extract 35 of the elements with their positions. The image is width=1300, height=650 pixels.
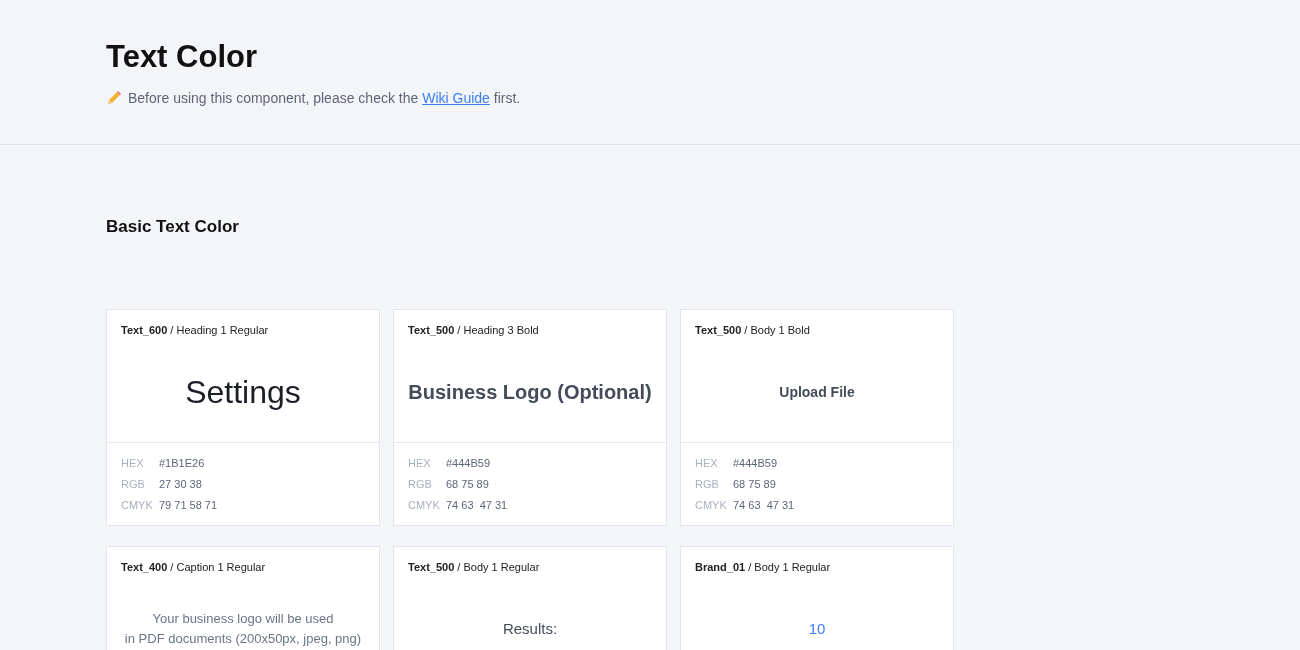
card-label: Text_500 / Heading 3 Bold (407, 323, 540, 338)
spec-value: #444B59 (733, 456, 779, 471)
spec-label: HEX (408, 456, 432, 471)
card-label: Brand_01 / Body 1 Regular (694, 560, 832, 575)
spec-label: RGB (695, 477, 720, 492)
card-label: Text_500 / Body 1 Regular (407, 560, 541, 575)
sample-text: Business Logo (Optional) (408, 380, 652, 405)
spec-label: RGB (121, 477, 146, 492)
spec-label: HEX (695, 456, 719, 471)
spec-value: #1B1E26 (159, 456, 206, 471)
page-title: Text Color (106, 38, 258, 76)
spec-value: 74 63 47 31 (733, 498, 796, 513)
spec-value: 27 30 38 (159, 477, 203, 492)
spec-label: HEX (121, 456, 145, 471)
wiki-guide-link[interactable]: Wiki Guide (422, 90, 490, 106)
spec-label: CMYK (408, 498, 441, 513)
spec-label: CMYK (695, 498, 728, 513)
sample-text: 10 (808, 619, 826, 639)
spec-label: RGB (408, 477, 433, 492)
notice-text: Before using this component, please check the Wiki Guide first. (128, 90, 521, 106)
sample-text: Settings (185, 373, 301, 412)
card-label: Text_500 / Body 1 Bold (694, 323, 811, 338)
spec-value: 79 71 58 71 (159, 498, 219, 513)
pencil-icon (106, 90, 122, 106)
sample-text: Results: (502, 619, 558, 639)
spec-value: #444B59 (446, 456, 492, 471)
spec-label: CMYK (121, 498, 154, 513)
card-label: Text_600 / Heading 1 Regular (120, 323, 270, 338)
spec-value: 68 75 89 (733, 477, 777, 492)
section-title: Basic Text Color (106, 217, 240, 237)
sample-text: Your business logo will be used in PDF documents (200x50px, jpeg, png) (124, 610, 362, 648)
card-label: Text_400 / Caption 1 Regular (120, 560, 267, 575)
spec-value: 74 63 47 31 (446, 498, 509, 513)
sample-text: Upload File (779, 383, 855, 402)
spec-value: 68 75 89 (446, 477, 490, 492)
